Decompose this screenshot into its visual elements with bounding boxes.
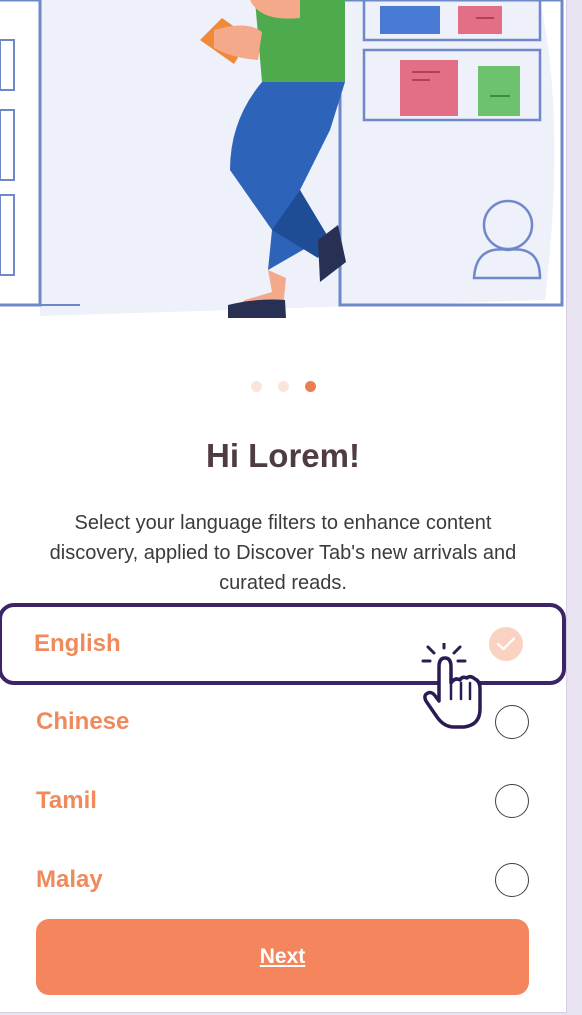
page-dot-active[interactable]: [304, 381, 316, 392]
language-option-tamil[interactable]: Tamil: [0, 761, 566, 840]
language-label: Chinese: [36, 707, 130, 735]
page-indicator: [0, 381, 566, 392]
page-dot[interactable]: [277, 381, 289, 392]
language-label: Tamil: [36, 786, 97, 814]
tap-hand-cursor-icon: [421, 643, 482, 729]
check-icon: [497, 637, 515, 651]
language-checkbox-checked[interactable]: [489, 627, 523, 661]
language-checkbox[interactable]: [495, 862, 529, 897]
language-checkbox[interactable]: [495, 783, 529, 818]
hero-illustration: [0, 0, 566, 330]
language-checkbox[interactable]: [495, 704, 529, 739]
next-button-label: Next: [259, 945, 306, 968]
page-dot[interactable]: [250, 381, 262, 392]
page-subtitle: Select your language filters to enhance …: [49, 512, 517, 594]
language-option-malay[interactable]: Malay: [0, 840, 566, 919]
page-title: Hi Lorem!: [205, 437, 360, 474]
next-button[interactable]: Next: [36, 919, 529, 995]
language-label: English: [34, 630, 121, 657]
onboarding-screen: Hi Lorem! Select your language filters t…: [0, 0, 567, 1013]
language-label: Malay: [36, 865, 103, 893]
